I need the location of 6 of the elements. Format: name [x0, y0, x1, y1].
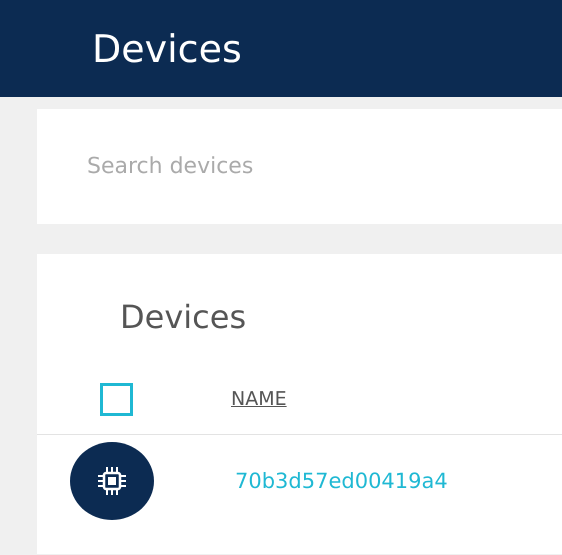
search-field[interactable]: Search devices [85, 153, 489, 180]
select-all-checkbox[interactable] [100, 382, 133, 416]
chip-icon [95, 464, 129, 498]
column-header[interactable]: NAME [231, 388, 287, 410]
page-title: Devices [92, 26, 242, 70]
card-title: Devices [119, 297, 248, 336]
